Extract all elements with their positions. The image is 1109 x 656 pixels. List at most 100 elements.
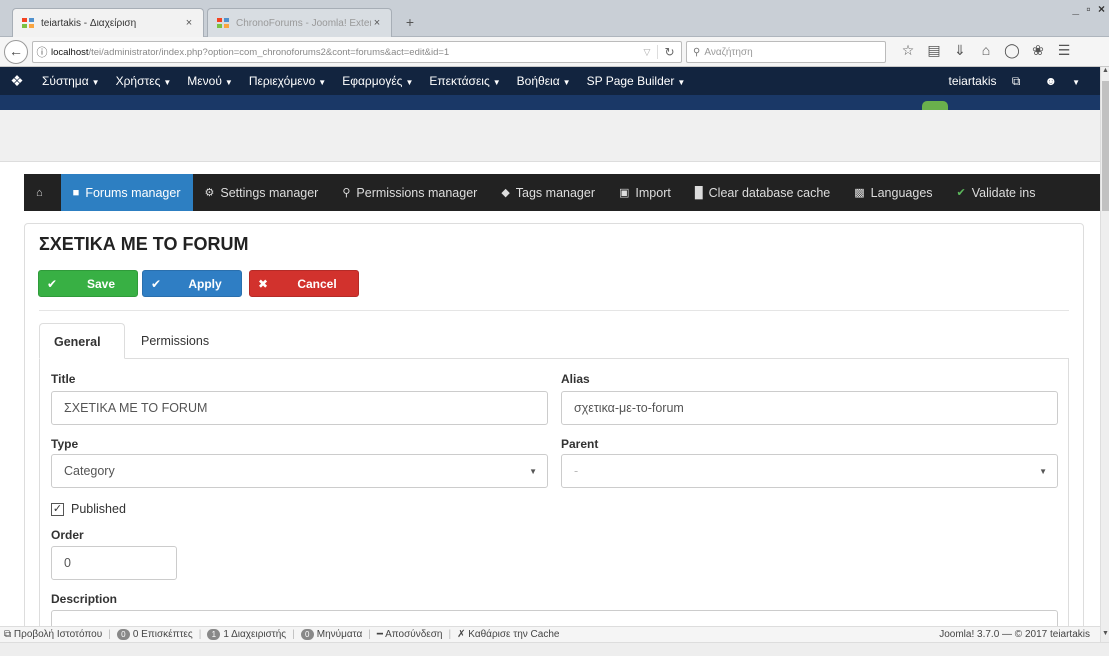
- checkbox-checked-icon[interactable]: ✓: [51, 502, 64, 516]
- menu-system[interactable]: Σύστημα ▼: [34, 74, 108, 88]
- nav-import[interactable]: ▣ Import: [607, 174, 683, 211]
- external-link-icon: ⧉: [4, 629, 12, 640]
- admins-link[interactable]: 11 Διαχειριστής: [207, 629, 286, 640]
- home-icon[interactable]: ⌂: [973, 42, 999, 59]
- forum-edit-panel: ΣΧΕΤΙΚΑ ΜΕ ΤΟ FORUM ✔ Save ✔ Apply ✖ Can…: [24, 223, 1084, 654]
- scroll-thumb[interactable]: [1102, 81, 1109, 211]
- messages-link[interactable]: 0 Μηνύματα: [300, 629, 362, 640]
- vertical-scrollbar[interactable]: ▲ ▼: [1100, 67, 1109, 642]
- caret-down-icon: ▼: [318, 78, 327, 87]
- info-icon[interactable]: ⓘ: [33, 44, 51, 60]
- key-icon: ⚲: [342, 187, 351, 199]
- extension-icon[interactable]: ❀: [1025, 42, 1051, 59]
- reload-icon[interactable]: ↻: [657, 45, 681, 59]
- nav-permissions-manager[interactable]: ⚲ Permissions manager: [330, 174, 489, 211]
- type-select[interactable]: Category ▼: [51, 454, 548, 488]
- tab-general[interactable]: General: [39, 323, 125, 359]
- caret-down-icon: ▼: [562, 78, 571, 87]
- horizontal-scrollbar[interactable]: [0, 642, 1109, 656]
- description-label: Description: [51, 592, 118, 606]
- close-icon: ✖: [257, 276, 269, 291]
- browser-tab-title: teiartakis - Διαχείριση: [41, 17, 137, 29]
- view-site-link[interactable]: ⧉ Προβολή Ιστοτόπου: [4, 629, 102, 640]
- parent-label: Parent: [561, 437, 599, 451]
- bookmarks-list-icon[interactable]: ▤: [921, 42, 947, 59]
- new-tab-button[interactable]: +: [397, 13, 423, 33]
- caret-down-icon: ▼: [492, 78, 501, 87]
- check-icon: ✔: [150, 276, 162, 291]
- scroll-up-icon[interactable]: ▲: [1101, 67, 1109, 79]
- caret-down-icon: ▼: [529, 467, 537, 476]
- clear-cache-link[interactable]: ✗ Καθάρισε την Cache: [457, 629, 559, 640]
- dropdown-icon[interactable]: ▽: [637, 47, 657, 58]
- alias-label: Alias: [561, 372, 590, 386]
- window-controls[interactable]: _ ▫ ×: [1072, 2, 1107, 16]
- nav-languages[interactable]: ▩ Languages: [842, 174, 944, 211]
- close-tab-icon[interactable]: ×: [371, 17, 383, 29]
- browser-tab-strip: teiartakis - Διαχείριση × ChronoForums -…: [0, 0, 1109, 37]
- close-tab-icon[interactable]: ×: [183, 17, 195, 29]
- browser-toolbar: ☆ ▤ ⇓ ⌂ ◯ ❀ ☰: [895, 42, 1077, 59]
- scroll-down-icon[interactable]: ▼: [1101, 630, 1109, 642]
- caret-down-icon: ▼: [405, 78, 414, 87]
- browser-tab-admin[interactable]: teiartakis - Διαχείριση ×: [12, 8, 204, 37]
- type-label: Type: [51, 437, 79, 451]
- bookmark-star-icon[interactable]: ☆: [895, 42, 921, 59]
- visitors-link[interactable]: 00 Επισκέπτες: [116, 629, 193, 640]
- user-icon: ☻: [1044, 73, 1058, 88]
- nav-tags-manager[interactable]: ◆ Tags manager: [489, 174, 607, 211]
- nav-validate-install[interactable]: ✔ Validate ins: [945, 174, 1048, 211]
- parent-select[interactable]: - ▼: [561, 454, 1058, 488]
- published-label: Published: [71, 502, 126, 516]
- title-label: Title: [51, 372, 76, 386]
- logout-link[interactable]: ━ Αποσύνδεση: [377, 629, 443, 640]
- user-menu[interactable]: ☻ ▼: [1032, 74, 1092, 89]
- tab-permissions[interactable]: Permissions: [127, 323, 223, 359]
- tag-icon: ◆: [501, 187, 510, 199]
- cancel-button[interactable]: ✖ Cancel: [249, 270, 359, 297]
- version-text: Joomla! 3.7.0 — © 2017 teiartakis: [939, 629, 1090, 640]
- nav-forums-manager[interactable]: ■ Forums manager: [60, 174, 193, 211]
- clear-cache-icon: ✗: [457, 629, 466, 640]
- menu-menus[interactable]: Μενού ▼: [179, 74, 241, 88]
- apply-button[interactable]: ✔ Apply: [142, 270, 242, 297]
- visitors-badge: 0: [116, 629, 130, 640]
- pocket-icon[interactable]: ◯: [999, 42, 1025, 59]
- address-bar[interactable]: ⓘ localhost/tei/administrator/index.php?…: [32, 41, 682, 63]
- published-checkbox[interactable]: ✓ Published: [51, 502, 126, 516]
- title-field[interactable]: ΣΧΕΤΙΚΑ ΜΕ ΤΟ FORUM: [51, 391, 548, 425]
- menu-components[interactable]: Εφαρμογές ▼: [334, 74, 421, 88]
- check-icon: ✔: [46, 276, 58, 291]
- back-button[interactable]: ←: [4, 40, 28, 64]
- form-tabs: General Permissions: [39, 323, 1069, 359]
- divider: [39, 310, 1069, 311]
- browser-tab-chronoforums[interactable]: ChronoForums - Joomla! Extens ×: [207, 8, 392, 37]
- search-input[interactable]: ⚲ Αναζήτηση: [686, 41, 886, 63]
- site-link[interactable]: teiartakis ⧉: [936, 74, 1032, 89]
- nav-settings-manager[interactable]: ⚙ Settings manager: [193, 174, 331, 211]
- separator: |: [292, 629, 295, 640]
- nav-home[interactable]: ⌂: [24, 174, 61, 211]
- save-button[interactable]: ✔ Save: [38, 270, 138, 297]
- toolbar-area: [0, 110, 1100, 162]
- caret-down-icon: ▼: [91, 78, 100, 87]
- alias-field[interactable]: σχετικα-με-το-forum: [561, 391, 1058, 425]
- home-icon: ⌂: [36, 186, 43, 199]
- cogs-icon: ⚙: [204, 187, 215, 199]
- joomla-logo-icon[interactable]: ❖: [0, 72, 34, 90]
- browser-navigation-bar: ← ⓘ localhost/tei/administrator/index.ph…: [0, 37, 1109, 67]
- download-icon[interactable]: ⇓: [947, 42, 973, 59]
- menu-content[interactable]: Περιεχόμενο ▼: [241, 74, 334, 88]
- nav-clear-database-cache[interactable]: █ Clear database cache: [683, 174, 842, 211]
- search-placeholder: Αναζήτηση: [704, 46, 753, 58]
- menu-users[interactable]: Χρήστες ▼: [108, 74, 180, 88]
- external-link-icon: ⧉: [1011, 73, 1021, 88]
- order-field[interactable]: 0: [51, 546, 177, 580]
- menu-sp-page-builder[interactable]: SP Page Builder ▼: [579, 74, 694, 88]
- menu-extensions[interactable]: Επεκτάσεις ▼: [421, 74, 508, 88]
- admin-header-banner: [0, 95, 1100, 110]
- hamburger-menu-icon[interactable]: ☰: [1051, 42, 1077, 59]
- hdd-icon: ▣: [619, 187, 630, 199]
- menu-help[interactable]: Βοήθεια ▼: [509, 74, 579, 88]
- search-icon: ⚲: [693, 46, 701, 58]
